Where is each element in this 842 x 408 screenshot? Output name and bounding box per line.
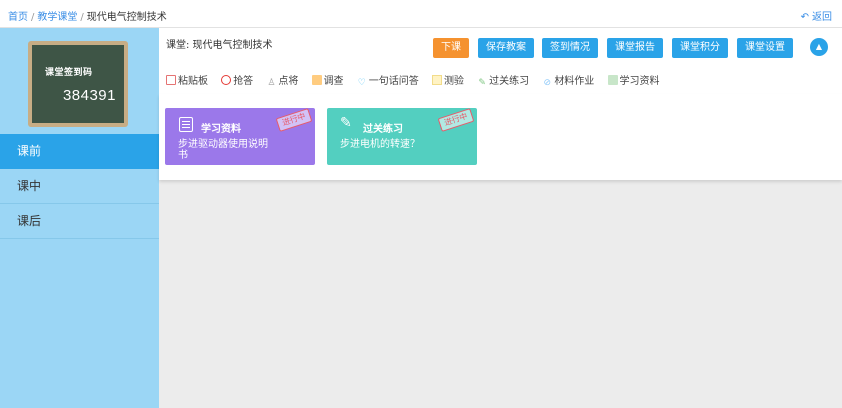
tool-learning-material[interactable]: 学习资料 [607, 72, 660, 87]
survey-icon [311, 75, 322, 85]
tool-quiz[interactable]: 测验 [431, 72, 464, 87]
clipboard-icon [166, 75, 176, 85]
card-title: 过关练习 [363, 124, 403, 135]
course-title: 课堂: 现代电气控制技术 [166, 40, 273, 51]
tool-label: 调查 [323, 76, 344, 87]
document-icon [179, 117, 193, 132]
tool-label: 材料作业 [554, 76, 595, 87]
activity-card-practice[interactable]: ✎ 过关练习 步进电机的转速？ 进行中 [327, 108, 477, 165]
tool-label: 粘贴板 [178, 76, 208, 87]
tool-pick-student[interactable]: ♙ 点将 [266, 72, 298, 88]
tool-clipboard[interactable]: 粘贴板 [166, 72, 208, 87]
tool-label: 学习资料 [619, 76, 660, 87]
nav-item-during-class[interactable]: 课中 [0, 169, 159, 204]
back-arrow-icon: ↶ [800, 12, 809, 23]
tool-survey[interactable]: 调查 [311, 72, 344, 87]
class-settings-button[interactable]: 课堂设置 [737, 38, 793, 58]
quiz-icon [431, 75, 442, 85]
breadcrumb-home[interactable]: 首页 [8, 12, 28, 23]
tool-practice[interactable]: ✎ 过关练习 [477, 72, 529, 88]
top-bar: 首页 / 教学课堂 / 现代电气控制技术 ↶ 返回 [0, 0, 842, 28]
sidebar: 课堂签到码 384391 课前 课中 课后 [0, 28, 166, 408]
class-report-button[interactable]: 课堂报告 [607, 38, 663, 58]
activity-toolbar: 粘贴板 抢答 ♙ 点将 调查 ♡ 一句话问答 测验 ✎ 过关练习 ⊘ 材料作业 学习资料 [166, 72, 670, 88]
breadcrumb-current: 现代电气控制技术 [86, 12, 167, 23]
course-header: 课堂: 现代电气控制技术 下课 保存教案 签到情况 课堂报告 课堂积分 课堂设置… [159, 28, 842, 94]
card-title: 学习资料 [201, 124, 241, 135]
stage-nav: 课前 课中 课后 [0, 134, 166, 239]
tool-one-sentence-qa[interactable]: ♡ 一句话问答 [357, 72, 419, 88]
save-lesson-plan-button[interactable]: 保存教案 [478, 38, 534, 58]
chalkboard: 课堂签到码 384391 [32, 45, 124, 123]
activity-card-learning-material[interactable]: 学习资料 步进驱动器使用说明书 进行中 [165, 108, 315, 165]
pencil-icon: ✎ [478, 78, 486, 88]
signin-status-button[interactable]: 签到情况 [542, 38, 598, 58]
collapse-up-icon[interactable]: ▲ [810, 38, 828, 56]
document-icon [607, 75, 618, 85]
breadcrumb-separator: / [31, 12, 35, 23]
nav-item-after-class[interactable]: 课后 [0, 204, 159, 239]
tool-label: 抢答 [233, 76, 254, 87]
class-points-button[interactable]: 课堂积分 [672, 38, 728, 58]
in-progress-stamp: 进行中 [275, 108, 313, 132]
tool-label: 过关练习 [489, 76, 530, 87]
breadcrumb-classroom[interactable]: 教学课堂 [37, 12, 77, 23]
back-button[interactable]: ↶ 返回 [801, 8, 832, 23]
attachment-icon: ⊘ [543, 78, 552, 88]
breadcrumb: 首页 / 教学课堂 / 现代电气控制技术 [8, 8, 167, 23]
signin-code-value: 384391 [62, 87, 116, 104]
buzzer-icon [221, 75, 232, 85]
back-label: 返回 [812, 12, 832, 23]
activity-card-area: 学习资料 步进驱动器使用说明书 进行中 ✎ 过关练习 步进电机的转速？ 进行中 [159, 94, 842, 180]
signin-code-title: 课堂签到码 [45, 68, 93, 78]
tool-label: 点将 [278, 76, 299, 87]
breadcrumb-separator: / [80, 12, 84, 23]
bulb-icon: ♡ [357, 78, 366, 88]
card-description: 步进驱动器使用说明书 [178, 139, 268, 161]
nav-item-before-class[interactable]: 课前 [0, 134, 166, 169]
tool-buzzer[interactable]: 抢答 [221, 72, 253, 87]
tool-label: 测验 [443, 76, 464, 87]
in-progress-stamp: 进行中 [437, 108, 475, 132]
tool-label: 一句话问答 [368, 76, 419, 87]
card-description: 步进电机的转速？ [340, 139, 420, 150]
tool-assignment[interactable]: ⊘ 材料作业 [542, 72, 595, 88]
signin-code-board: 课堂签到码 384391 [28, 41, 128, 127]
end-class-button[interactable]: 下课 [433, 38, 469, 58]
user-icon: ♙ [267, 78, 276, 88]
pencil-icon: ✎ [340, 115, 352, 131]
